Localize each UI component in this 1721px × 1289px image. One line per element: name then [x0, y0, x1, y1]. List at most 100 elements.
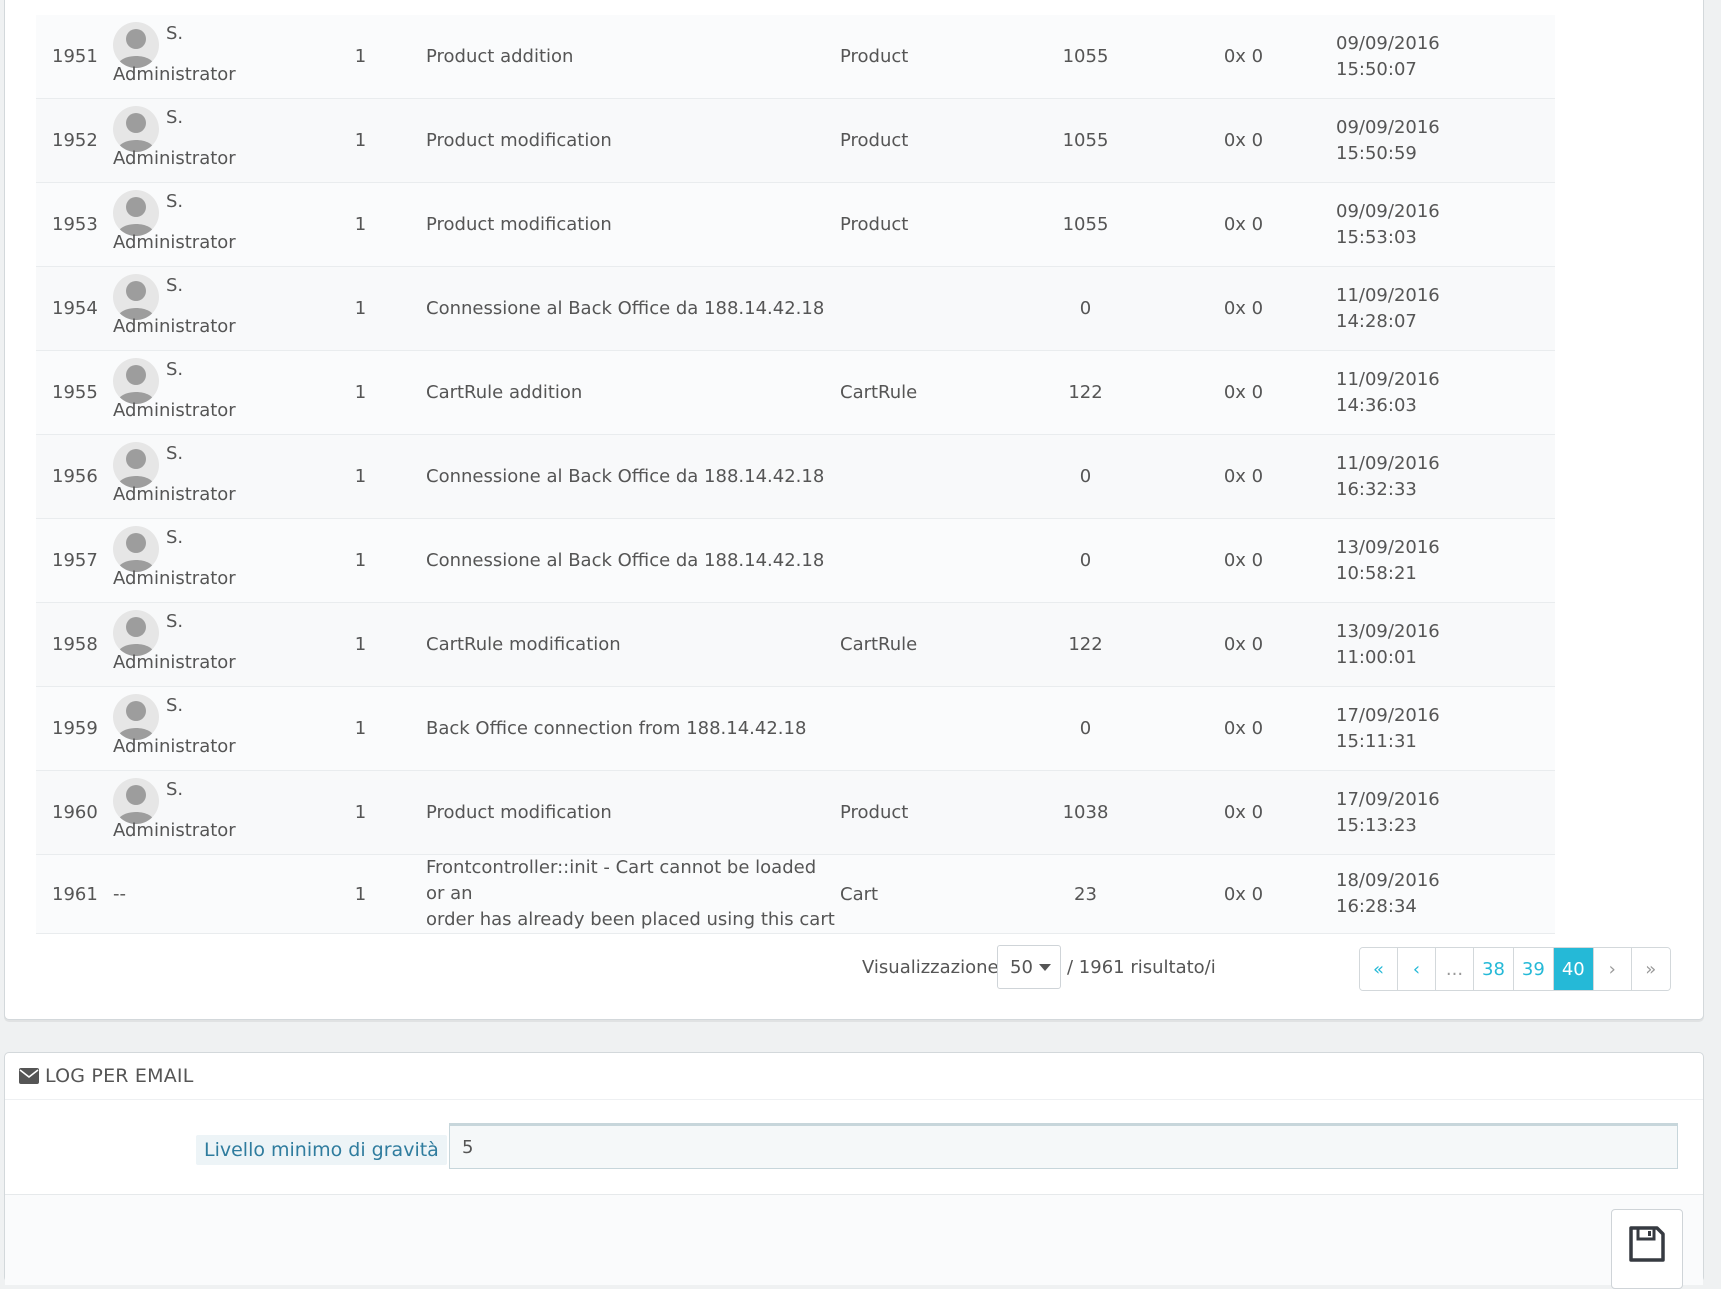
- log-id-cell: 1954: [36, 266, 113, 351]
- object-type-cell: CartRule: [840, 350, 1000, 435]
- double-chevron-right-icon: »: [1645, 958, 1657, 980]
- table-row: 1961 -- 1 Frontcontroller::init - Cart cann…: [36, 854, 1555, 934]
- employee-last-name: Administrator: [113, 568, 236, 589]
- message-cell: Product modification: [392, 770, 840, 855]
- time-value: 15:50:07: [1336, 58, 1417, 80]
- user-silhouette-icon: [117, 533, 155, 572]
- employee-last-name: Administrator: [113, 316, 236, 337]
- object-id-cell: 1055: [1000, 15, 1171, 99]
- employee-first-name: S.: [166, 275, 184, 296]
- message-line: Connessione al Back Office da 188.14.42.…: [426, 465, 825, 487]
- object-id-cell: 122: [1000, 602, 1171, 687]
- time-value: 10:58:21: [1336, 562, 1417, 584]
- date-value: 09/09/2016: [1336, 116, 1440, 138]
- object-id-cell: 0: [1000, 434, 1171, 519]
- table-row: 1955 S. Administrator 1 CartRule addition Car…: [36, 350, 1555, 435]
- object-type-cell: [840, 434, 1000, 519]
- results-total: / 1961 risultato/i: [1067, 957, 1216, 978]
- table-row: 1954 S. Administrator 1 Connessione al Back …: [36, 266, 1555, 351]
- table-row: 1951 S. Administrator 1 Product addition Prod…: [36, 15, 1555, 99]
- time-value: 15:11:31: [1336, 730, 1417, 752]
- object-type-cell: CartRule: [840, 602, 1000, 687]
- date-value: 11/09/2016: [1336, 452, 1440, 474]
- date-cell: 09/09/2016 15:53:03: [1316, 182, 1555, 267]
- message-line: Connessione al Back Office da 188.14.42.…: [426, 549, 825, 571]
- object-type-cell: Product: [840, 770, 1000, 855]
- date-value: 09/09/2016: [1336, 32, 1440, 54]
- log-id-cell: 1960: [36, 770, 113, 855]
- employee-first-name: S.: [166, 779, 184, 800]
- employee-cell: S. Administrator: [113, 266, 329, 351]
- object-type-cell: [840, 518, 1000, 603]
- employee-first-name: S.: [166, 527, 184, 548]
- user-silhouette-icon: [117, 701, 155, 740]
- date-cell: 17/09/2016 15:11:31: [1316, 686, 1555, 771]
- severity-cell: 1: [329, 518, 392, 603]
- employee-last-name: Administrator: [113, 232, 236, 253]
- avatar: [113, 22, 159, 68]
- error-code-cell: 0x 0: [1171, 686, 1316, 771]
- date-value: 11/09/2016: [1336, 368, 1440, 390]
- employee-first-name: S.: [166, 191, 184, 212]
- message-cell: Connessione al Back Office da 188.14.42.…: [392, 434, 840, 519]
- user-silhouette-icon: [117, 29, 155, 68]
- message-cell: CartRule addition: [392, 350, 840, 435]
- employee-cell: --: [113, 854, 329, 934]
- employee-last-name: Administrator: [113, 736, 236, 757]
- severity-cell: 1: [329, 350, 392, 435]
- error-code-cell: 0x 0: [1171, 182, 1316, 267]
- per-page-select[interactable]: 50: [997, 945, 1061, 989]
- message-cell: Product addition: [392, 15, 840, 99]
- employee-cell: S. Administrator: [113, 182, 329, 267]
- log-id-cell: 1959: [36, 686, 113, 771]
- employee-last-name: Administrator: [113, 400, 236, 421]
- date-value: 17/09/2016: [1336, 788, 1440, 810]
- employee-first-name: S.: [166, 611, 184, 632]
- page-label: 40: [1561, 958, 1585, 980]
- page-40-button[interactable]: 40: [1553, 948, 1594, 990]
- message-line: Product modification: [426, 801, 612, 823]
- user-silhouette-icon: [117, 365, 155, 404]
- table-row: 1952 S. Administrator 1 Product modification…: [36, 98, 1555, 183]
- page-last-button[interactable]: »: [1631, 948, 1670, 990]
- page-38-button[interactable]: 38: [1474, 948, 1514, 990]
- log-id-cell: 1951: [36, 15, 113, 99]
- employee-cell: S. Administrator: [113, 98, 329, 183]
- message-line: Product modification: [426, 213, 612, 235]
- object-type-cell: [840, 686, 1000, 771]
- date-value: 13/09/2016: [1336, 620, 1440, 642]
- page-prev-button[interactable]: ‹: [1398, 948, 1436, 990]
- user-silhouette-icon: [117, 617, 155, 656]
- table-row: 1960 S. Administrator 1 Product modification…: [36, 770, 1555, 855]
- avatar: [113, 358, 159, 404]
- severity-cell: 1: [329, 434, 392, 519]
- employee-cell: S. Administrator: [113, 350, 329, 435]
- page-label: ...: [1445, 958, 1464, 980]
- save-button[interactable]: [1611, 1209, 1683, 1289]
- page-39-button[interactable]: 39: [1513, 948, 1554, 990]
- time-value: 16:32:33: [1336, 478, 1417, 500]
- floppy-disk-icon: [1629, 1226, 1665, 1262]
- error-code-cell: 0x 0: [1171, 602, 1316, 687]
- error-code-cell: 0x 0: [1171, 350, 1316, 435]
- time-value: 14:28:07: [1336, 310, 1417, 332]
- error-code-cell: 0x 0: [1171, 266, 1316, 351]
- employee-cell: S. Administrator: [113, 602, 329, 687]
- time-value: 15:53:03: [1336, 226, 1417, 248]
- error-code-cell: 0x 0: [1171, 518, 1316, 603]
- panel-header: LOG PER EMAIL: [5, 1053, 1703, 1100]
- message-cell: Frontcontroller::init - Cart cannot be l…: [392, 854, 840, 934]
- log-id-cell: 1956: [36, 434, 113, 519]
- message-cell: CartRule modification: [392, 602, 840, 687]
- avatar: [113, 694, 159, 740]
- user-silhouette-icon: [117, 113, 155, 152]
- avatar: [113, 442, 159, 488]
- avatar: [113, 610, 159, 656]
- user-silhouette-icon: [117, 281, 155, 320]
- logs-panel: 1951 S. Administrator 1 Product addition Prod…: [4, 0, 1704, 1020]
- table-row: 1953 S. Administrator 1 Product modification…: [36, 182, 1555, 267]
- page-next-button[interactable]: ›: [1593, 948, 1632, 990]
- time-value: 16:28:34: [1336, 896, 1417, 917]
- min-severity-input[interactable]: [449, 1123, 1678, 1169]
- page-first-button[interactable]: «: [1360, 948, 1398, 990]
